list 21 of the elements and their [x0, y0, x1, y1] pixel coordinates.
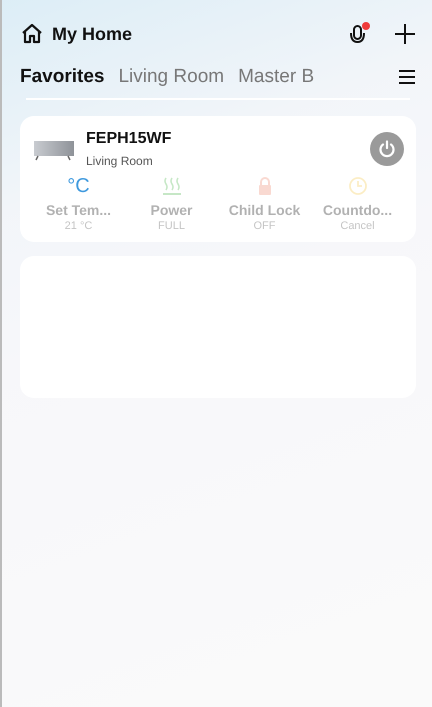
power-button[interactable] [370, 132, 404, 166]
device-name: FEPH15WF [86, 130, 172, 148]
power-icon [377, 139, 397, 159]
menu-icon[interactable] [398, 69, 416, 85]
room-tab[interactable]: Master B [238, 66, 314, 88]
control-label: Set Tem... [46, 202, 112, 218]
control-value: OFF [254, 220, 276, 232]
room-tab[interactable]: Favorites [20, 66, 104, 88]
home-title[interactable]: My Home [52, 24, 132, 44]
control-label: Child Lock [228, 202, 300, 218]
add-icon[interactable] [394, 23, 416, 45]
control-value: 21 °C [64, 220, 92, 232]
control-value: Cancel [340, 220, 375, 232]
heater-icon [32, 138, 76, 162]
device-card[interactable]: FEPH15WF Living Room °C Set Tem... 21 °C Power FULL Child Lock OFF Countdo... Cancel [20, 116, 416, 242]
home-icon [20, 22, 44, 46]
control-label: Countdo... [322, 202, 392, 218]
room-tab[interactable]: Living Room [118, 66, 224, 88]
control-value: FULL [158, 220, 185, 232]
control-label: Power [150, 202, 192, 218]
device-room: Living Room [86, 154, 154, 168]
